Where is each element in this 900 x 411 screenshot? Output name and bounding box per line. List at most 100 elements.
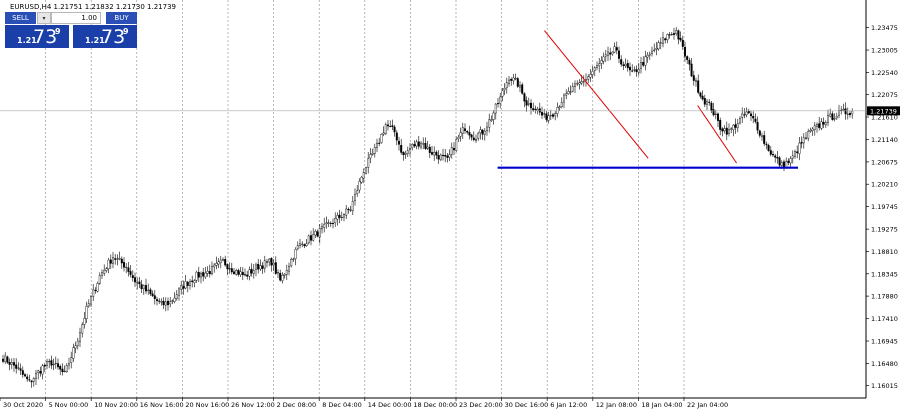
candle-body (83, 318, 86, 325)
candle-body (215, 263, 218, 266)
candle-body (188, 281, 191, 286)
x-tick-label: 6 Jan 12:00 (550, 401, 587, 409)
candle-body (635, 69, 638, 72)
candle-body (343, 214, 346, 218)
candle-body (532, 108, 535, 111)
candle-body (303, 244, 306, 247)
candle-body (191, 280, 194, 283)
candle-body (536, 108, 539, 111)
candle-body (633, 69, 636, 71)
candle-body (662, 37, 665, 44)
candle-body (221, 259, 224, 261)
candle-body (670, 34, 673, 36)
candle-body (743, 114, 746, 116)
candle-body (424, 143, 427, 149)
candle-body (714, 113, 717, 115)
y-tick-label: 1.22075 (871, 91, 898, 99)
candle-body (849, 113, 852, 116)
candle-body (345, 208, 348, 216)
candle-body (534, 108, 537, 110)
candle-body (521, 84, 524, 94)
candle-body (351, 201, 354, 211)
candle-body (98, 275, 101, 284)
candle-body (100, 272, 103, 276)
candle-body (824, 122, 827, 126)
candle-body (32, 378, 35, 382)
candle-body (464, 128, 467, 131)
y-tick-label: 1.20210 (871, 181, 898, 189)
candle-body (402, 152, 405, 155)
candle-body (109, 259, 112, 264)
candle-body (356, 190, 359, 194)
candle-body (208, 271, 211, 275)
candle-body (96, 283, 99, 292)
candle-body (525, 100, 528, 106)
candle-body (292, 258, 295, 260)
candle-body (387, 124, 390, 127)
x-axis: 30 Oct 2020 5 Nov 00:00 10 Nov 20:00 16 Nov… (0, 398, 728, 409)
sell-price-box[interactable]: 1.21 73 9 (5, 25, 69, 48)
candle-body (180, 285, 183, 290)
candle-body (290, 259, 293, 267)
candle-body (580, 81, 583, 84)
y-tick-label: 1.23005 (871, 47, 898, 55)
candle-body (334, 217, 337, 224)
candle-body (442, 154, 445, 157)
candle-body (195, 271, 198, 281)
buy-button[interactable]: BUY (106, 12, 137, 24)
candle-body (197, 272, 200, 278)
buy-price-box[interactable]: 1.21 73 9 (73, 25, 137, 48)
candle-body (838, 110, 841, 116)
sell-price-pips: 73 (33, 26, 58, 48)
candle-body (571, 86, 574, 92)
candle-body (699, 92, 702, 97)
candle-body (411, 144, 414, 149)
candle-body (701, 95, 704, 100)
candle-body (637, 68, 640, 73)
candle-body (780, 162, 783, 166)
candle-body (659, 42, 662, 44)
candle-body (549, 115, 552, 117)
candle-body (829, 113, 832, 117)
candle-body (365, 167, 368, 174)
candle-body (800, 141, 803, 144)
candle-body (844, 108, 847, 115)
sell-button[interactable]: SELL (5, 12, 36, 24)
lot-decrease-dropdown[interactable]: ▾ (37, 12, 51, 24)
candle-body (162, 300, 165, 306)
candle-body (76, 340, 79, 346)
candle-body (144, 285, 147, 292)
candle-body (184, 281, 187, 289)
candle-body (224, 259, 227, 266)
price-chart[interactable]: 1.234751.230051.225401.220751.216101.211… (0, 0, 900, 411)
candle-body (778, 157, 781, 166)
candle-body (640, 62, 643, 69)
candle-body (281, 274, 284, 281)
candle-body (349, 209, 352, 211)
candle-body (127, 267, 130, 272)
candle-body (552, 114, 555, 117)
candle-body (340, 216, 343, 218)
candle-body (10, 362, 13, 365)
candle-body (173, 297, 176, 302)
candle-body (802, 137, 805, 144)
candle-body (519, 85, 522, 88)
candle-body (398, 140, 401, 145)
candle-body (415, 141, 418, 147)
candle-body (8, 361, 11, 365)
candle-body (105, 268, 108, 271)
candle-body (666, 34, 669, 41)
candle-body (268, 258, 271, 263)
y-tick-label: 1.21140 (871, 136, 898, 144)
y-tick-label: 1.22540 (871, 69, 898, 77)
candle-body (338, 214, 341, 218)
lot-size-input[interactable]: 1.00 (51, 12, 101, 24)
one-click-trading-panel: SELL ▾ 1.00 BUY 1.21 73 9 1.21 73 9 (5, 12, 137, 48)
candle-body (695, 80, 698, 82)
candle-body (125, 266, 128, 269)
candle-body (587, 76, 590, 80)
candle-body (362, 172, 365, 179)
candle-body (600, 60, 603, 64)
candle-body (607, 51, 610, 56)
candle-body (486, 126, 489, 132)
